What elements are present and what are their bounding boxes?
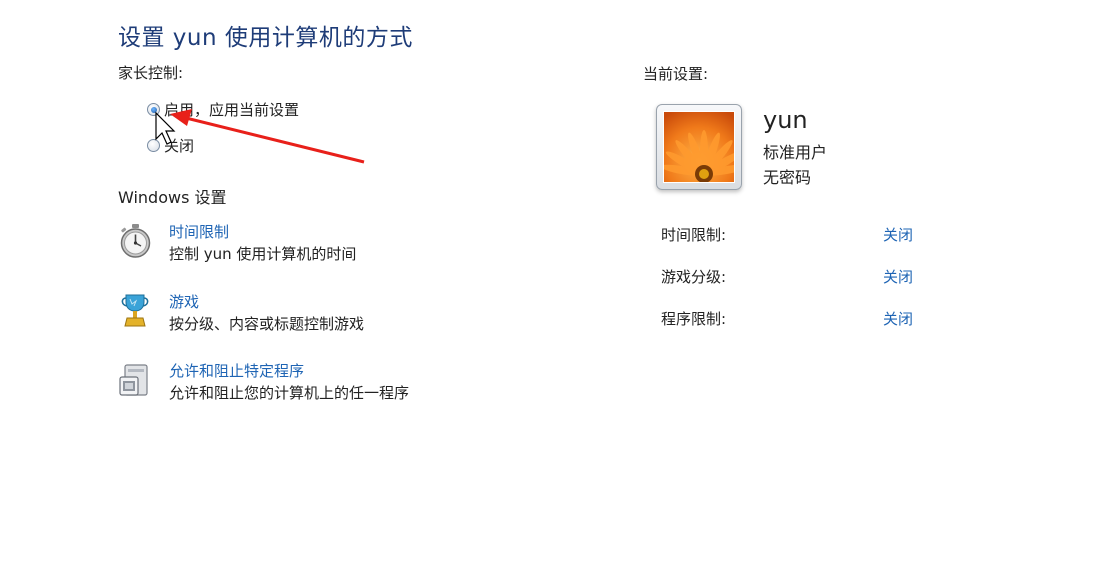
windows-settings-label: Windows 设置 — [118, 188, 227, 207]
setting-programs: 允许和阻止特定程序 允许和阻止您的计算机上的任一程序 — [117, 361, 409, 405]
games-description: 按分级、内容或标题控制游戏 — [169, 315, 365, 333]
password-status: 无密码 — [763, 168, 812, 187]
programs-link[interactable]: 允许和阻止特定程序 — [169, 361, 409, 381]
account-type: 标准用户 — [763, 143, 828, 162]
radio-off-button[interactable] — [147, 139, 160, 152]
radio-off[interactable]: 关闭 — [147, 135, 194, 156]
radio-enable-label[interactable]: 启用，应用当前设置 — [164, 99, 299, 120]
setting-games: 游戏 按分级、内容或标题控制游戏 — [117, 292, 364, 336]
radio-enable-button[interactable] — [147, 103, 160, 116]
page-title: 设置 yun 使用计算机的方式 — [118, 25, 413, 51]
time-limits-link[interactable]: 时间限制 — [169, 222, 356, 242]
status-program-limits-label: 程序限制: — [661, 310, 727, 328]
program-window-icon — [117, 361, 155, 399]
radio-enable[interactable]: 启用，应用当前设置 — [147, 99, 299, 120]
setting-time-limits: 时间限制 控制 yun 使用计算机的时间 — [117, 222, 356, 266]
status-time-limits-label: 时间限制: — [661, 226, 727, 244]
current-settings-label: 当前设置: — [643, 65, 709, 83]
status-game-ratings-value[interactable]: 关闭 — [883, 266, 913, 287]
radio-off-label[interactable]: 关闭 — [164, 135, 194, 156]
time-limits-description: 控制 yun 使用计算机的时间 — [169, 245, 357, 263]
status-program-limits-value[interactable]: 关闭 — [883, 308, 913, 329]
parental-controls-label: 家长控制: — [118, 64, 184, 82]
status-time-limits-value[interactable]: 关闭 — [883, 224, 913, 245]
flower-avatar-icon — [663, 111, 735, 183]
trophy-icon — [117, 292, 155, 330]
programs-description: 允许和阻止您的计算机上的任一程序 — [169, 384, 410, 402]
stopwatch-icon — [117, 222, 155, 260]
annotation-overlay — [155, 109, 365, 164]
games-link[interactable]: 游戏 — [169, 292, 364, 312]
avatar — [656, 104, 742, 190]
user-name: yun — [763, 106, 808, 134]
status-game-ratings-label: 游戏分级: — [661, 268, 727, 286]
